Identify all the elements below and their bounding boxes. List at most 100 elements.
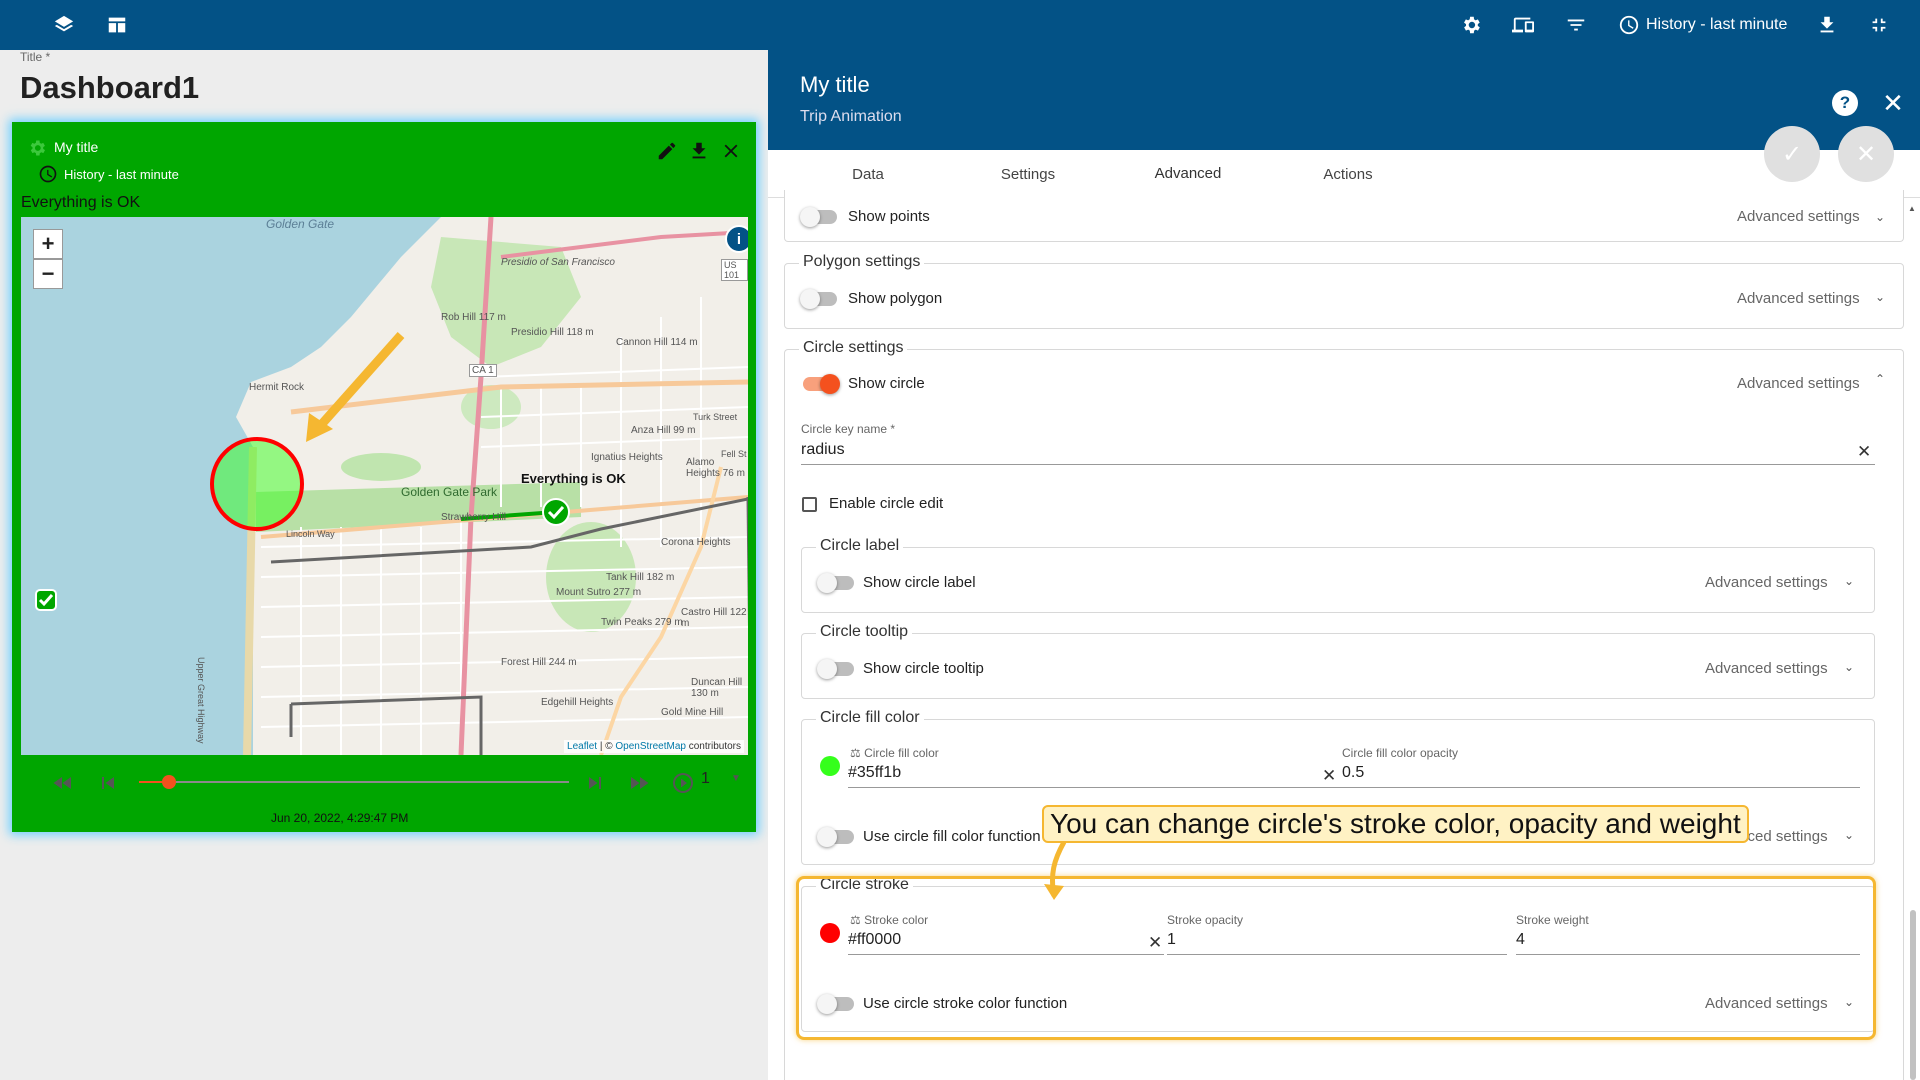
fast-rewind-icon[interactable] — [51, 771, 75, 795]
map-label: CA 1 — [469, 364, 497, 377]
history-timewindow[interactable]: History - last minute — [1618, 12, 1787, 38]
fast-forward-icon[interactable] — [627, 771, 651, 795]
chevron-down-icon[interactable]: ⌄ — [1844, 995, 1854, 1009]
map-label: Forest Hill 244 m — [501, 657, 577, 668]
map-label: Fell St — [721, 449, 747, 459]
fill-color-function-toggle[interactable] — [817, 827, 854, 847]
show-points-toggle[interactable] — [800, 207, 837, 227]
widget-settings-panel: My title Trip Animation ? ✕ ✓ ✕ Data Set… — [768, 50, 1920, 1080]
panel-scrollbar[interactable]: ▲ — [1906, 200, 1920, 1080]
chevron-up-icon[interactable]: ⌃ — [1875, 372, 1885, 386]
circle-label-advanced-settings[interactable]: Advanced settings — [1705, 574, 1828, 591]
layers-icon[interactable] — [51, 12, 77, 38]
circle-advanced-settings[interactable]: Advanced settings — [1737, 375, 1860, 392]
map-label: Anza Hill 99 m — [631, 425, 696, 436]
circle-settings-legend: Circle settings — [799, 339, 908, 357]
show-circle-tooltip-toggle[interactable] — [817, 659, 854, 679]
chevron-down-icon[interactable]: ⌄ — [1844, 660, 1854, 674]
show-circle-label: Show circle — [848, 375, 925, 392]
map-label: Castro Hill 122 m — [681, 607, 747, 629]
show-circle-toggle[interactable] — [803, 374, 840, 394]
map-label: Rob Hill 117 m — [441, 312, 506, 323]
clear-icon[interactable]: ✕ — [1148, 933, 1162, 953]
scroll-up-arrow[interactable]: ▲ — [1908, 204, 1916, 213]
playback-timestamp: Jun 20, 2022, 4:29:47 PM — [271, 811, 409, 825]
download-icon[interactable] — [688, 140, 710, 162]
stroke-color-function-label: Use circle stroke color function — [863, 995, 1068, 1012]
map-label: Golden Gate — [266, 217, 335, 231]
chevron-down-icon[interactable]: ⌄ — [1844, 828, 1854, 842]
skip-previous-icon[interactable] — [96, 771, 120, 795]
stroke-color-function-toggle[interactable] — [817, 994, 854, 1014]
title-field-label: Title * — [20, 50, 51, 64]
stroke-weight-input[interactable]: 4 — [1516, 929, 1860, 955]
fill-opacity-input[interactable]: 0.5 — [1342, 762, 1860, 788]
scrollbar-thumb[interactable] — [1910, 910, 1916, 1080]
close-icon[interactable]: ✕ — [1878, 88, 1908, 118]
clock-icon — [1619, 15, 1639, 35]
fullscreen-exit-icon[interactable] — [1866, 12, 1892, 38]
download-icon[interactable] — [1814, 12, 1840, 38]
leaflet-link[interactable]: Leaflet — [567, 741, 597, 752]
map-label: Twin Peaks 279 m — [601, 617, 683, 628]
zoom-out-button[interactable]: − — [33, 259, 63, 289]
filter-icon[interactable] — [1563, 12, 1589, 38]
map-label: Ignatius Heights — [591, 452, 663, 463]
playback-slider[interactable] — [139, 775, 569, 789]
widget-status-text: Everything is OK — [21, 194, 141, 211]
dashboard-title[interactable]: Dashboard1 — [20, 70, 199, 106]
fill-color-swatch[interactable] — [820, 756, 840, 776]
zoom-in-button[interactable]: + — [33, 229, 63, 259]
stroke-opacity-input[interactable]: 1 — [1167, 929, 1507, 955]
map-label: Strawberry Hill — [441, 512, 507, 523]
map-label: Duncan Hill 130 m — [691, 677, 743, 699]
callout-arrow — [1044, 840, 1067, 900]
playback-speed-select[interactable]: 1 — [701, 770, 710, 788]
panel-title: My title — [800, 72, 870, 97]
help-icon[interactable]: ? — [1832, 90, 1858, 116]
show-polygon-toggle[interactable] — [800, 289, 837, 309]
clear-icon[interactable]: ✕ — [1857, 442, 1871, 462]
polygon-advanced-settings[interactable]: Advanced settings — [1737, 290, 1860, 307]
map-label: Tank Hill 182 m — [606, 572, 675, 583]
chevron-down-icon[interactable]: ⌄ — [1875, 290, 1885, 304]
map-label: Golden Gate Park — [401, 485, 498, 499]
circle-tooltip-advanced-settings[interactable]: Advanced settings — [1705, 660, 1828, 677]
stroke-advanced-settings[interactable]: Advanced settings — [1705, 995, 1828, 1012]
circle-tooltip-legend: Circle tooltip — [816, 623, 913, 641]
close-icon[interactable] — [720, 140, 742, 162]
map[interactable]: Golden Gate Presidio of San Francisco Ro… — [21, 217, 748, 755]
points-advanced-settings[interactable]: Advanced settings — [1737, 208, 1860, 225]
enable-circle-edit-checkbox[interactable] — [802, 497, 817, 512]
map-info-button[interactable]: i — [725, 225, 748, 253]
edit-icon[interactable] — [656, 140, 678, 162]
chevron-down-icon[interactable]: ⌄ — [1875, 210, 1885, 224]
chevron-down-icon[interactable]: ▼ — [731, 773, 741, 784]
fill-color-input[interactable]: #35ff1b — [848, 762, 1342, 788]
circle-fill-settings: ⚖ Circle fill color #35ff1b ✕ Circle fil… — [801, 719, 1875, 865]
panel-header: My title Trip Animation ? ✕ — [768, 50, 1920, 150]
clear-icon[interactable]: ✕ — [1322, 766, 1336, 786]
devices-icon[interactable] — [1510, 12, 1536, 38]
playback-slider-thumb[interactable] — [162, 775, 177, 789]
osm-link[interactable]: OpenStreetMap — [615, 741, 686, 752]
dashboard-layout-icon[interactable] — [104, 12, 130, 38]
map-label: Upper Great Highway — [196, 657, 206, 744]
circle-key-name-label: Circle key name * — [801, 422, 896, 436]
circle-settings: Show circle Advanced settings ⌃ Circle k… — [784, 349, 1904, 1080]
stroke-color-swatch[interactable] — [820, 923, 840, 943]
stroke-color-label-text: Stroke color — [864, 913, 929, 927]
chevron-down-icon[interactable]: ⌄ — [1844, 574, 1854, 588]
stroke-opacity-label: Stroke opacity — [1167, 913, 1244, 927]
show-circle-label-toggle[interactable] — [817, 573, 854, 593]
map-label: Alamo Heights 76 m — [686, 457, 745, 479]
play-circle-icon[interactable] — [671, 771, 695, 795]
map-label: US 101 — [721, 259, 748, 281]
skip-next-icon[interactable] — [583, 771, 607, 795]
settings-icon[interactable] — [1458, 12, 1484, 38]
stroke-color-input[interactable]: #ff0000 — [848, 929, 1164, 955]
show-polygon-label: Show polygon — [848, 290, 943, 307]
map-label: Mount Sutro 277 m — [556, 587, 642, 598]
show-points-label: Show points — [848, 208, 930, 225]
circle-key-name-input[interactable]: radius — [801, 439, 1875, 465]
